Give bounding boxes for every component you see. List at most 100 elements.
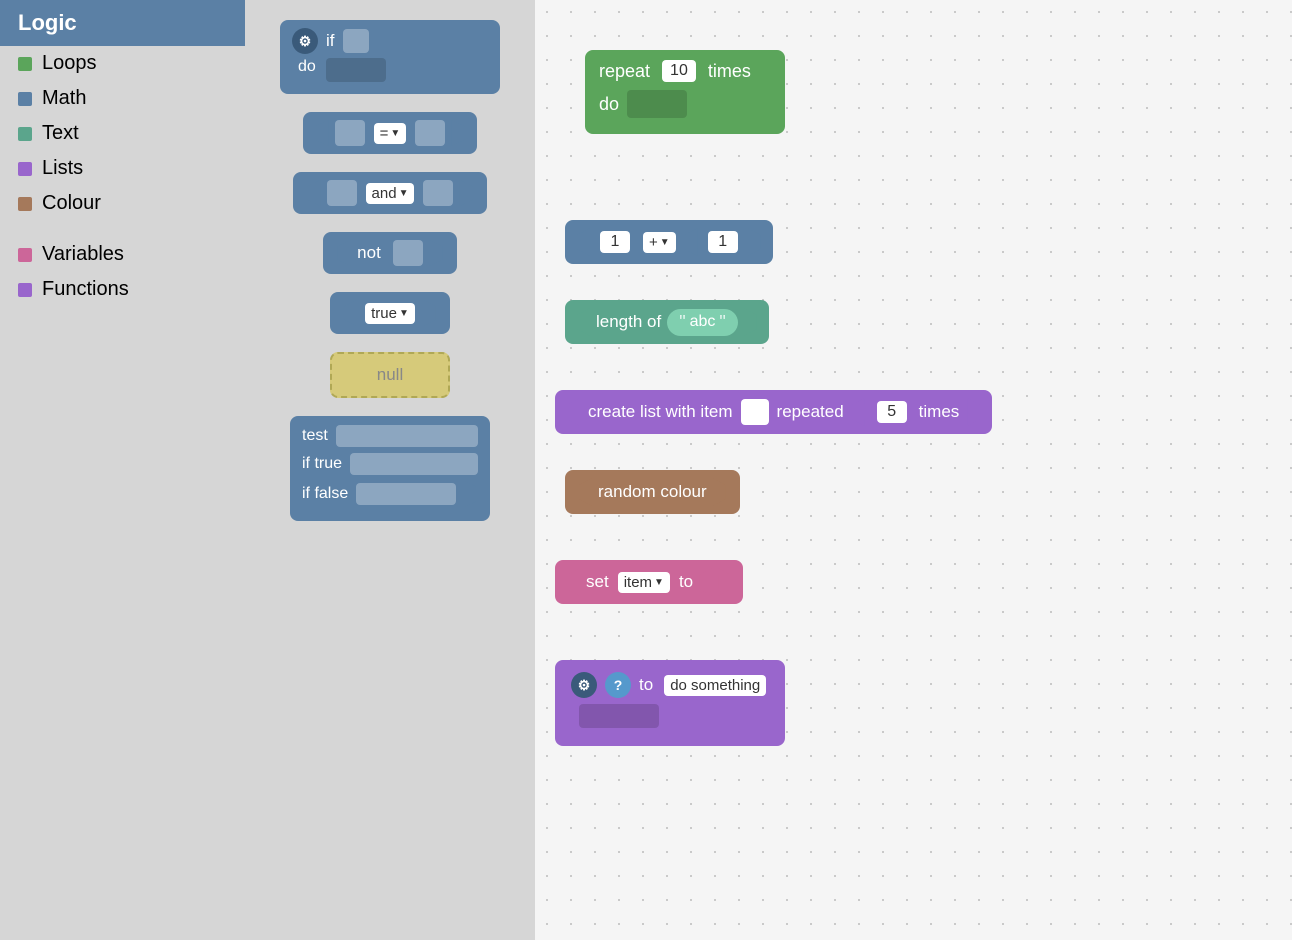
list-create-label: create list with item — [588, 402, 733, 422]
left-notch-colour — [579, 478, 592, 506]
text-block[interactable]: length of " abc " — [565, 300, 769, 344]
sidebar-item-functions[interactable]: Functions — [0, 272, 245, 307]
sidebar-variables-label: Variables — [42, 243, 124, 266]
not-slot — [393, 240, 423, 266]
math-block[interactable]: 1 + ▼ 1 — [565, 220, 773, 264]
if-block[interactable]: ⚙ if do — [280, 20, 500, 94]
func-block-container[interactable]: ⚙ ? to do something — [555, 660, 785, 746]
text-string-val[interactable]: " abc " — [667, 309, 738, 336]
colour-block-container[interactable]: random colour — [565, 470, 740, 514]
left-notch-and — [307, 180, 321, 206]
equals-op-dropdown[interactable]: = ▼ — [374, 123, 407, 144]
right-notch-null — [409, 362, 423, 388]
repeat-block[interactable]: repeat 10 times do — [585, 50, 785, 134]
palette-null-item: null — [255, 352, 525, 398]
list-block[interactable]: create list with item repeated 5 times — [555, 390, 992, 434]
right-notch-math — [748, 228, 761, 256]
math-left-val[interactable]: 1 — [600, 231, 630, 253]
repeat-times-label: times — [708, 61, 751, 82]
equals-right-slot — [415, 120, 445, 146]
sidebar-loops-label: Loops — [42, 52, 97, 75]
right-notch-colour — [713, 478, 726, 506]
text-dot — [18, 127, 32, 141]
equals-block[interactable]: = ▼ — [303, 112, 478, 154]
right-notch-var — [718, 568, 731, 596]
sidebar-item-variables[interactable]: Variables — [0, 237, 245, 272]
set-label: set — [586, 572, 609, 592]
not-block[interactable]: not — [323, 232, 457, 274]
null-block[interactable]: null — [330, 352, 450, 398]
and-block[interactable]: and ▼ — [293, 172, 488, 214]
list-times-val[interactable]: 5 — [877, 401, 907, 423]
palette-equals-item: = ▼ — [255, 112, 525, 154]
and-right-slot — [423, 180, 453, 206]
text-length-label: length of — [596, 312, 661, 332]
math-block-container[interactable]: 1 + ▼ 1 — [565, 220, 773, 264]
repeat-block-container[interactable]: repeat 10 times do — [585, 50, 785, 134]
right-notch-and — [459, 180, 473, 206]
equals-left-slot — [335, 120, 365, 146]
sidebar-colour-label: Colour — [42, 192, 101, 215]
null-label: null — [377, 365, 403, 385]
sidebar: Logic Loops Math Text Lists Colour Varia… — [0, 0, 245, 940]
variables-dot — [18, 248, 32, 262]
sidebar-logic-label: Logic — [18, 10, 77, 35]
ternary-iftrue-label: if true — [302, 455, 342, 473]
block-palette: ⚙ if do = ▼ — [245, 0, 535, 940]
lists-dot — [18, 162, 32, 176]
sidebar-lists-label: Lists — [42, 157, 83, 180]
to-label: to — [679, 572, 693, 592]
var-name-dropdown[interactable]: item ▼ — [618, 572, 670, 593]
sidebar-text-label: Text — [42, 122, 79, 145]
ternary-block[interactable]: test if true if false — [290, 416, 490, 521]
sidebar-item-logic[interactable]: Logic — [0, 0, 245, 46]
math-right-val[interactable]: 1 — [708, 231, 738, 253]
sidebar-item-lists[interactable]: Lists — [0, 151, 245, 186]
if-condition-slot — [343, 29, 369, 53]
loops-dot — [18, 57, 32, 71]
left-notch-math — [577, 228, 590, 256]
ternary-iftrue-slot — [350, 453, 478, 475]
block-canvas: repeat 10 times do 1 + ▼ 1 len — [535, 0, 1292, 940]
if-do-slot — [326, 58, 386, 82]
math-op-dropdown[interactable]: + ▼ — [643, 232, 676, 253]
ternary-iffalse-slot — [356, 483, 456, 505]
left-notch-math2 — [685, 228, 698, 256]
palette-true-item: true ▼ — [255, 292, 525, 334]
sidebar-item-loops[interactable]: Loops — [0, 46, 245, 81]
list-times-label: times — [919, 402, 960, 422]
var-set-block-container[interactable]: set item ▼ to — [555, 560, 743, 604]
colour-dot — [18, 197, 32, 211]
dropdown-arrow-icon: ▼ — [390, 128, 400, 139]
list-item-slot — [741, 399, 769, 425]
true-dropdown[interactable]: true ▼ — [365, 303, 415, 324]
left-notch-true — [344, 300, 356, 326]
sidebar-item-colour[interactable]: Colour — [0, 186, 245, 221]
math-op-arrow-icon: ▼ — [660, 237, 670, 248]
repeat-do-slot — [627, 90, 687, 118]
text-block-container[interactable]: length of " abc " — [565, 300, 769, 344]
sidebar-item-text[interactable]: Text — [0, 116, 245, 151]
right-notch — [451, 120, 465, 146]
repeat-value[interactable]: 10 — [662, 60, 696, 82]
repeat-label: repeat — [599, 61, 650, 82]
func-body-slot — [579, 704, 659, 728]
colour-block[interactable]: random colour — [565, 470, 740, 514]
var-set-block[interactable]: set item ▼ to — [555, 560, 743, 604]
and-op-dropdown[interactable]: and ▼ — [366, 183, 415, 204]
left-notch-null — [357, 362, 371, 388]
do-label: do — [298, 58, 316, 76]
right-notch-list — [967, 398, 980, 426]
not-label: not — [357, 243, 381, 263]
list-block-container[interactable]: create list with item repeated 5 times — [555, 390, 992, 434]
if-label: if — [326, 31, 335, 51]
sidebar-item-math[interactable]: Math — [0, 81, 245, 116]
true-block[interactable]: true ▼ — [330, 292, 450, 334]
right-notch-ternary — [464, 481, 478, 507]
sidebar-math-label: Math — [42, 87, 86, 110]
func-name-field[interactable]: do something — [664, 675, 766, 696]
and-dropdown-arrow-icon: ▼ — [399, 188, 409, 199]
func-question-icon: ? — [605, 672, 631, 698]
func-block[interactable]: ⚙ ? to do something — [555, 660, 785, 746]
gear-icon: ⚙ — [292, 28, 318, 54]
